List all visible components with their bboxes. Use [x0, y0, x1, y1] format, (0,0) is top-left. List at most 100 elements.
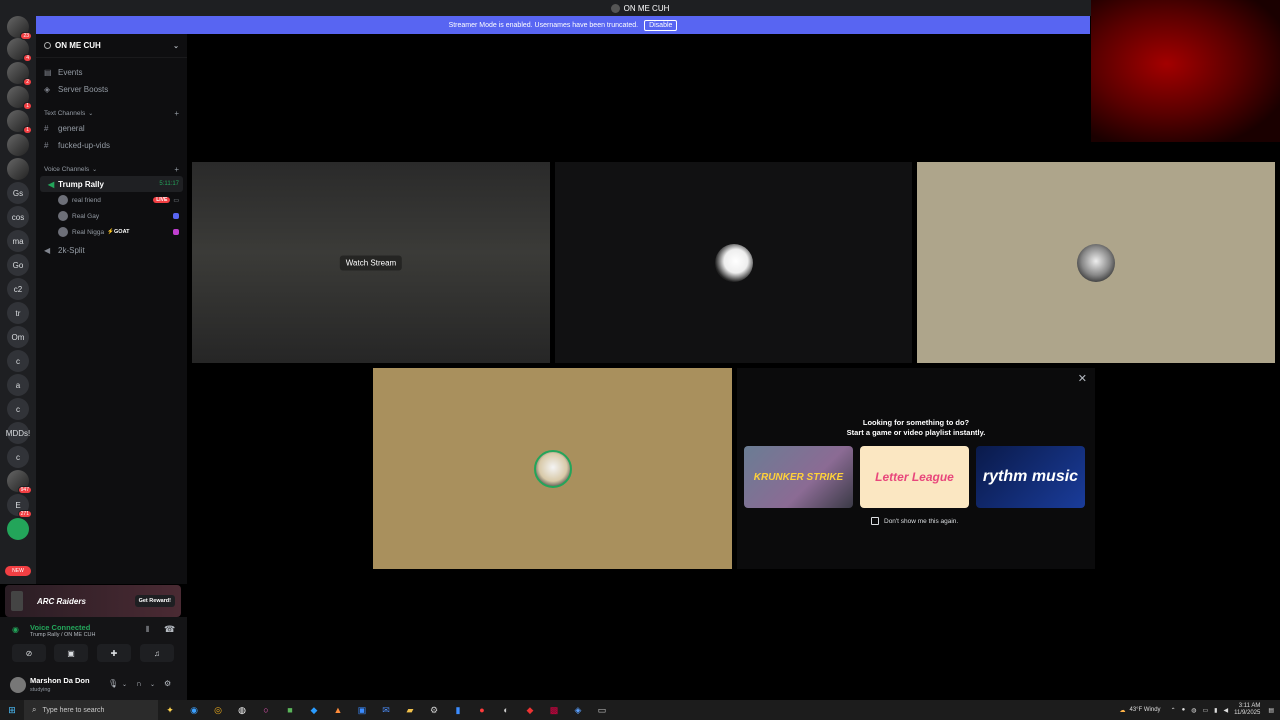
server-icon[interactable]: E 271	[7, 494, 32, 518]
activities-button[interactable]: ✚	[97, 644, 131, 662]
tray-icon[interactable]: ◍	[1191, 707, 1196, 714]
voice-member[interactable]: Real Nigga ⚡GOAT	[36, 224, 187, 240]
promo-banner[interactable]: ARC Raiders Get Reward!	[5, 585, 181, 617]
chevron-down-icon[interactable]: ⌄	[122, 681, 127, 688]
chevron-down-icon[interactable]: ⌄	[150, 681, 155, 688]
server-icon[interactable]: c2	[7, 278, 29, 300]
add-channel-icon[interactable]: +	[174, 109, 179, 118]
screen-share-button[interactable]: ▣	[54, 644, 88, 662]
server-icon[interactable]: 23	[7, 16, 32, 40]
soundboard-button[interactable]: ♫	[140, 644, 174, 662]
checkbox-icon[interactable]	[871, 517, 879, 525]
server-icon[interactable]: c	[7, 350, 29, 372]
voice-connected-label[interactable]: Voice Connected	[30, 623, 90, 632]
opera-icon[interactable]: ○	[254, 705, 278, 715]
tray-icon[interactable]: ●	[1182, 707, 1186, 713]
steam-icon[interactable]: ◐	[494, 705, 518, 715]
windows-start-icon[interactable]: ⊞	[0, 705, 24, 716]
minecraft-icon[interactable]: ■	[278, 705, 302, 715]
signal-icon[interactable]: ◉	[12, 625, 19, 634]
server-icon[interactable]: 1	[7, 86, 32, 110]
server-icon[interactable]: 2	[7, 62, 32, 86]
channel-general[interactable]: # general	[36, 120, 187, 137]
chevron-up-icon[interactable]: ⌃	[1171, 707, 1176, 714]
text-channels-category[interactable]: Text Channels ⌄ +	[36, 106, 187, 120]
app-icon[interactable]: ▮	[446, 705, 470, 716]
roblox-icon[interactable]: ◆	[518, 705, 542, 716]
server-icon[interactable]: c	[7, 446, 29, 468]
avatar	[58, 211, 68, 221]
disable-streamer-mode-button[interactable]: Disable	[644, 19, 678, 31]
get-reward-button[interactable]: Get Reward!	[134, 595, 175, 607]
app-icon[interactable]: ▩	[542, 705, 566, 716]
microphone-icon[interactable]: 🎙	[108, 679, 118, 688]
app-icon[interactable]: ●	[470, 705, 494, 715]
server-icon[interactable]: tr	[7, 302, 29, 324]
participant-tile[interactable]	[555, 162, 912, 363]
member-name: Real Nigga	[72, 228, 105, 236]
activity-card-krunker-strike[interactable]: KRUNKER STRIKE	[744, 446, 853, 508]
copilot-icon[interactable]: ✦	[158, 705, 182, 716]
user-panel[interactable]: Marshon Da Don studying 🎙 ⌄ ∩ ⌄ ⚙	[0, 669, 187, 700]
voice-channel-trump-rally[interactable]: ◀ Trump Rally 5:11:17	[40, 176, 183, 192]
server-icon[interactable]: MDDs!	[6, 422, 30, 444]
server-icon[interactable]	[7, 134, 29, 156]
server-icon[interactable]: 947	[7, 470, 32, 494]
server-icon[interactable]	[7, 518, 29, 540]
chrome-icon[interactable]: ◎	[206, 705, 230, 716]
dont-show-again-checkbox[interactable]: Don't show me this again.	[871, 517, 958, 525]
add-channel-icon[interactable]: +	[174, 165, 179, 174]
network-icon[interactable]: ▭	[1202, 707, 1208, 714]
server-icon[interactable]: Go	[7, 254, 29, 276]
activity-card-letter-league[interactable]: Letter League	[860, 446, 969, 508]
app-icon[interactable]: ◆	[302, 705, 326, 716]
discord-icon[interactable]: ◍	[230, 705, 254, 716]
stream-tile[interactable]: Watch Stream	[192, 162, 550, 363]
gear-icon[interactable]: ⚙	[164, 679, 171, 688]
chevron-down-icon[interactable]: ⌄	[173, 42, 179, 50]
server-icon[interactable]: c	[7, 398, 29, 420]
headphones-icon[interactable]: ∩	[136, 679, 142, 688]
watch-stream-button[interactable]: Watch Stream	[339, 255, 403, 270]
disconnect-icon[interactable]: ☎	[164, 624, 175, 635]
participant-tile[interactable]	[917, 162, 1275, 363]
channel-fucked-up-vids[interactable]: # fucked-up-vids	[36, 137, 187, 154]
clock[interactable]: 3:11 AM 11/9/2025	[1234, 703, 1260, 717]
file-explorer-icon[interactable]: ▰	[398, 705, 422, 716]
settings-icon[interactable]: ⚙	[422, 705, 446, 716]
app-icon[interactable]: ▲	[326, 705, 350, 715]
app-icon[interactable]: ▣	[350, 705, 374, 716]
server-icon[interactable]	[7, 158, 29, 180]
edge-icon[interactable]: ◉	[182, 705, 206, 716]
voice-channel-2k-split[interactable]: ◀ 2k-Split	[36, 242, 187, 259]
mail-icon[interactable]: ✉	[374, 705, 398, 716]
voice-panel: ◉ Voice Connected Trump Rally / ON ME CU…	[0, 617, 187, 700]
server-icon[interactable]: Om	[7, 326, 29, 348]
server-icon[interactable]: Gs	[7, 182, 29, 204]
voice-member[interactable]: real friend LIVE ▭	[36, 192, 187, 208]
server-icon[interactable]: 1	[7, 110, 32, 134]
participant-tile-speaking[interactable]	[373, 368, 732, 569]
server-icon[interactable]: 4	[7, 38, 32, 62]
activity-card-rythm[interactable]: rythm music	[976, 446, 1085, 508]
nav-server-boosts[interactable]: ◈ Server Boosts	[36, 81, 187, 98]
taskbar-search[interactable]: ⌕ Type here to search	[24, 700, 158, 720]
voice-member[interactable]: Real Gay	[36, 208, 187, 224]
server-icon[interactable]: cos	[7, 206, 29, 228]
app-icon[interactable]: ▭	[590, 705, 614, 716]
voice-channel-path[interactable]: Trump Rally / ON ME CUH	[30, 632, 96, 638]
server-icon[interactable]: ma	[7, 230, 29, 252]
app-icon[interactable]: ◈	[566, 705, 590, 716]
close-icon[interactable]: ✕	[1078, 372, 1087, 385]
battery-icon[interactable]: ▮	[1214, 707, 1217, 714]
voice-channels-category[interactable]: Voice Channels ⌄ +	[36, 162, 187, 176]
server-header[interactable]: ON ME CUH ⌄	[36, 34, 187, 58]
notifications-icon[interactable]: ▤	[1268, 707, 1274, 714]
clock-date: 11/9/2025	[1234, 710, 1261, 716]
camera-off-button[interactable]: ⊘	[12, 644, 46, 662]
noise-suppression-icon[interactable]: ⦀	[146, 625, 150, 635]
weather-text[interactable]: 43°F Windy	[1129, 707, 1160, 713]
nav-events[interactable]: ▤ Events	[36, 64, 187, 81]
server-icon[interactable]: a	[7, 374, 29, 396]
volume-icon[interactable]: ◀	[1223, 707, 1228, 714]
